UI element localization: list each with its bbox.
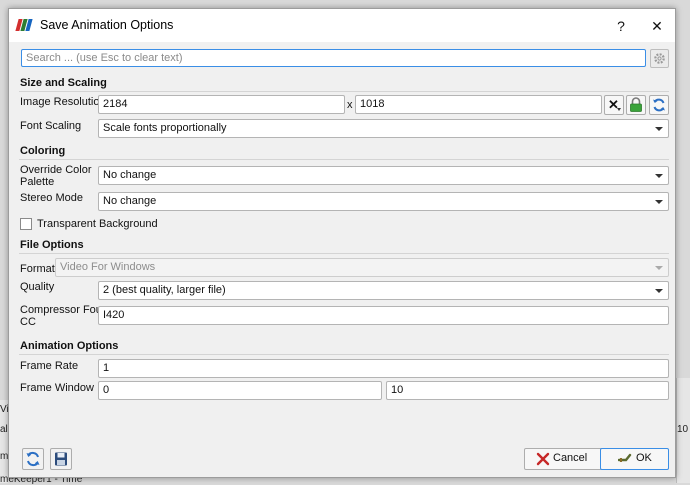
lock-icon: [630, 97, 642, 112]
section-divider: [19, 159, 669, 160]
frame-window-label: Frame Window: [20, 382, 94, 394]
clear-resolution-button[interactable]: ✕: [604, 95, 624, 115]
frame-rate-label: Frame Rate: [20, 360, 79, 372]
override-color-palette-label: Palette: [20, 176, 55, 188]
section-animation-options: Animation Options: [20, 340, 119, 352]
override-color-palette-label: Override Color: [20, 164, 92, 176]
dialog-title: Save Animation Options: [40, 18, 174, 32]
image-resolution-label: Image Resolution: [20, 96, 106, 108]
compressor-fourcc-field[interactable]: I420: [98, 306, 669, 325]
section-divider: [19, 354, 669, 355]
search-input[interactable]: [21, 49, 646, 67]
background-label: al: [0, 424, 8, 435]
resolution-times-label: x: [347, 99, 353, 111]
chevron-down-icon: [617, 108, 621, 111]
font-scaling-label: Font Scaling: [20, 120, 82, 132]
compressor-fourcc-label: CC: [20, 316, 36, 328]
stereo-mode-value: No change: [103, 195, 157, 207]
section-divider: [19, 253, 669, 254]
background-value: 10: [677, 424, 689, 435]
format-select[interactable]: Video For Windows: [55, 258, 669, 277]
stereo-mode-select[interactable]: No change: [98, 192, 669, 211]
chevron-down-icon: [655, 266, 663, 270]
chevron-down-icon: [655, 174, 663, 178]
advanced-settings-button[interactable]: [650, 49, 669, 68]
quality-select[interactable]: 2 (best quality, larger file): [98, 281, 669, 300]
ok-label: OK: [636, 452, 652, 464]
compressor-fourcc-label: Compressor Four: [20, 304, 106, 316]
save-animation-options-dialog: Save Animation Options ? ✕ Size and Scal…: [8, 8, 676, 478]
transparent-background-label: Transparent Background: [37, 218, 158, 230]
close-button[interactable]: ✕: [641, 13, 673, 39]
floppy-disk-icon: [55, 452, 67, 466]
format-value: Video For Windows: [60, 261, 156, 273]
title-bar: Save Animation Options ? ✕: [9, 9, 675, 42]
section-size-and-scaling: Size and Scaling: [20, 77, 107, 89]
frame-rate-field[interactable]: 1: [98, 359, 669, 378]
save-defaults-button[interactable]: [50, 448, 72, 470]
cancel-x-icon: [536, 452, 550, 466]
cancel-button[interactable]: Cancel: [524, 448, 608, 470]
frame-window-start-field[interactable]: 0: [98, 381, 382, 400]
reset-resolution-button[interactable]: [649, 95, 669, 115]
chevron-down-icon: [655, 200, 663, 204]
quality-label: Quality: [20, 281, 55, 293]
ok-button[interactable]: OK: [600, 448, 669, 470]
transparent-background-checkbox[interactable]: [20, 218, 32, 230]
font-scaling-value: Scale fonts proportionally: [103, 122, 227, 134]
frame-window-end-field[interactable]: 10: [386, 381, 669, 400]
section-file-options: File Options: [20, 239, 84, 251]
ok-check-icon: [618, 453, 632, 462]
stereo-mode-label: Stereo Mode: [20, 192, 83, 204]
font-scaling-select[interactable]: Scale fonts proportionally: [98, 119, 669, 138]
image-width-field[interactable]: 2184: [98, 95, 345, 114]
refresh-icon: [26, 451, 40, 467]
format-label: Format: [20, 263, 55, 275]
chevron-down-icon: [655, 127, 663, 131]
help-button[interactable]: ?: [605, 13, 637, 39]
paraview-logo-icon: [15, 19, 35, 31]
refresh-icon: [653, 98, 665, 112]
reset-defaults-button[interactable]: [22, 448, 44, 470]
gear-icon: [654, 53, 665, 64]
cancel-label: Cancel: [553, 452, 588, 464]
lock-aspect-button[interactable]: [626, 95, 646, 115]
override-color-palette-value: No change: [103, 169, 157, 181]
section-divider: [19, 91, 669, 92]
image-height-field[interactable]: 1018: [355, 95, 602, 114]
quality-value: 2 (best quality, larger file): [103, 284, 226, 296]
section-coloring: Coloring: [20, 145, 66, 157]
override-color-palette-select[interactable]: No change: [98, 166, 669, 185]
chevron-down-icon: [655, 289, 663, 293]
